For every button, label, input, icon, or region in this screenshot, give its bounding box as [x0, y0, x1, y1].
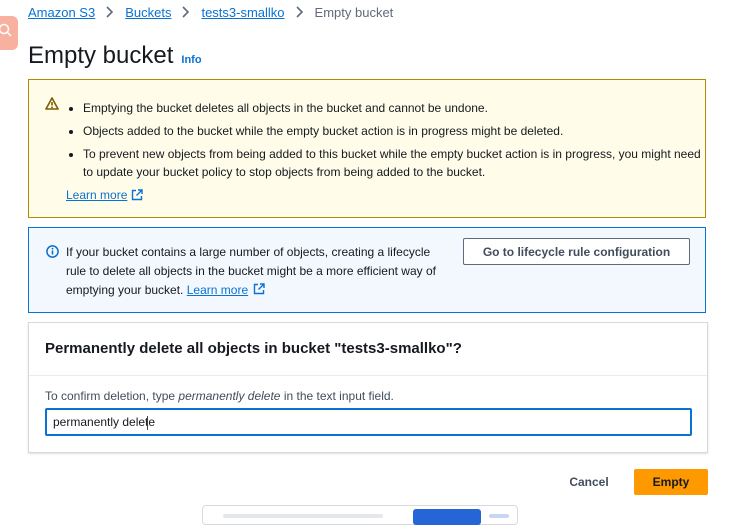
breadcrumb: Amazon S3 Buckets tests3-smallko Empty b…	[28, 4, 393, 20]
empty-button[interactable]: Empty	[634, 469, 708, 495]
toolbar-button[interactable]	[413, 509, 481, 525]
warning-list: Emptying the bucket deletes all objects …	[67, 99, 703, 186]
warning-alert: Emptying the bucket deletes all objects …	[28, 79, 706, 218]
warning-icon	[45, 97, 59, 115]
breadcrumb-bucket-name[interactable]: tests3-smallko	[201, 5, 284, 20]
external-link-icon	[132, 189, 144, 201]
cancel-button[interactable]: Cancel	[556, 469, 622, 495]
overlay-toolbar	[202, 505, 518, 525]
panel-header: Permanently delete all objects in bucket…	[29, 323, 707, 376]
lifecycle-rule-button[interactable]: Go to lifecycle rule configuration	[463, 238, 690, 265]
panel-title: Permanently delete all objects in bucket…	[45, 340, 462, 357]
learn-more-link[interactable]: Learn more	[187, 283, 248, 297]
warning-item: Emptying the bucket deletes all objects …	[83, 99, 703, 117]
chevron-right-icon	[101, 5, 119, 19]
confirm-panel: Permanently delete all objects in bucket…	[28, 322, 708, 453]
confirm-input[interactable]	[45, 408, 692, 436]
page-header: Empty bucket Info	[28, 42, 202, 70]
toolbar-link[interactable]	[489, 514, 509, 518]
page-title: Empty bucket	[28, 42, 174, 69]
learn-more-link[interactable]: Learn more	[66, 188, 144, 202]
confirm-instruction: To confirm deletion, type permanently de…	[45, 389, 394, 403]
info-alert-text: If your bucket contains a large number o…	[66, 245, 436, 297]
chevron-right-icon	[177, 5, 195, 19]
search-icon	[0, 23, 12, 37]
chevron-right-icon	[291, 5, 309, 19]
warning-item: Objects added to the bucket while the em…	[83, 122, 703, 140]
floating-search-widget[interactable]	[0, 16, 18, 50]
info-alert: If your bucket contains a large number o…	[28, 227, 706, 313]
warning-item: To prevent new objects from being added …	[83, 145, 703, 181]
info-icon	[46, 245, 59, 263]
info-link[interactable]: Info	[181, 54, 201, 66]
breadcrumb-current: Empty bucket	[314, 4, 394, 20]
text-cursor-icon	[147, 416, 148, 430]
external-link-icon	[254, 283, 266, 295]
breadcrumb-amazon-s3[interactable]: Amazon S3	[28, 5, 95, 20]
breadcrumb-buckets[interactable]: Buckets	[125, 5, 171, 20]
toolbar-text	[223, 514, 383, 518]
